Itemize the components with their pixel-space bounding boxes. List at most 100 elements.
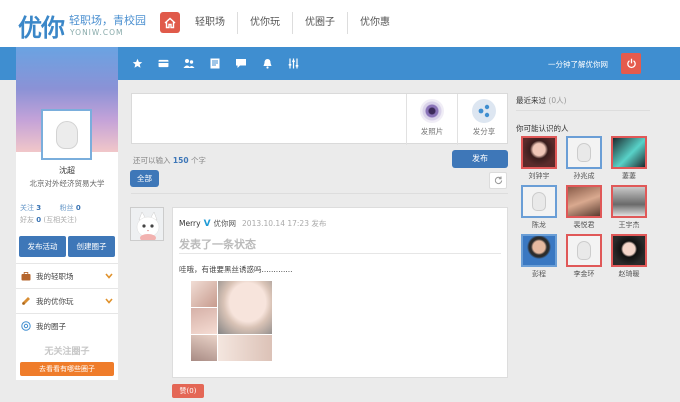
avatar-placeholder [577,143,591,162]
friends-label[interactable]: 好友 [20,216,34,224]
post-title: 发表了一条状态 [179,238,256,251]
person-name[interactable]: 赵琦暖 [611,269,647,279]
power-icon [626,58,636,69]
feed-divider [131,193,508,194]
fans-count[interactable]: 0 [76,204,81,212]
bell-icon[interactable] [261,57,273,69]
card-icon[interactable] [157,57,169,69]
document-icon[interactable] [209,57,221,69]
post-image-thumbnail[interactable] [191,335,217,361]
site-logo[interactable]: 优你 轻职场，青校园 YONIW.COM [18,8,148,42]
suggested-person[interactable]: 陈龙 [521,185,557,230]
recent-visitors-title: 最近来过 (0人) [516,95,567,106]
avatar-placeholder [55,120,78,149]
suggested-person[interactable]: 刘钟宇 [521,136,557,181]
person-name[interactable]: 裴悦君 [566,220,602,230]
post-image-thumbnail[interactable] [191,308,217,334]
person-name[interactable]: 李金环 [566,269,602,279]
logout-button[interactable] [621,53,641,74]
post-share-button[interactable]: 发分享 [462,99,506,137]
suggested-person[interactable]: 李金环 [566,234,602,279]
nav-item-career[interactable]: 轻职场 [183,12,237,34]
post-photo-button[interactable]: 发照片 [412,99,452,137]
user-school: 北京对外经济贸易大学 [29,179,105,188]
fans-label[interactable]: 粉丝 [60,204,74,212]
nav-item-play[interactable]: 优你玩 [237,12,292,34]
person-name[interactable]: 孙兆成 [566,171,602,181]
publish-button[interactable]: 发布 [452,150,508,168]
profile-panel: 沈超 北京对外经济贸易大学 关注 3 粉丝 0 好友 0 (互相关注) 发布活动… [16,47,118,380]
friends-count[interactable]: 0 [36,216,41,224]
char-hint-prefix: 还可以输入 [133,156,171,165]
suggested-person[interactable]: 裴悦君 [566,185,602,230]
person-avatar[interactable] [566,234,602,267]
status-composer[interactable]: 发照片 发分享 [131,93,508,145]
post-author-avatar[interactable] [130,207,164,241]
logo-slogan: 轻职场，青校园 [69,14,146,27]
person-avatar[interactable] [566,185,602,218]
camera-icon [420,99,444,123]
person-name[interactable]: 彭程 [521,269,557,279]
menu-item-my-play[interactable]: 我的优你玩 [16,288,118,313]
post-image-thumbnail[interactable] [218,335,272,361]
explore-circles-button[interactable]: 去看看有哪些圈子 [20,362,114,376]
suggested-person[interactable]: 王宇杰 [611,185,647,230]
filter-all-button[interactable]: 全部 [130,170,159,187]
suggested-person[interactable]: 赵琦暖 [611,234,647,279]
chevron-down-icon[interactable] [105,272,113,281]
person-avatar[interactable] [611,136,647,169]
share-icon [472,99,496,123]
menu-item-my-career[interactable]: 我的轻职场 [16,263,118,288]
divider [406,94,407,145]
at-sign-icon [21,321,31,331]
avatar[interactable] [41,109,92,160]
menu-item-label: 我的轻职场 [36,271,74,281]
refresh-button[interactable] [489,172,507,189]
follow-count[interactable]: 3 [36,204,41,212]
chevron-down-icon[interactable] [105,297,113,306]
post-source[interactable]: 优你网 [214,218,237,229]
create-circle-button[interactable]: 创建圈子 [68,236,115,257]
main-nav: 轻职场 优你玩 优圈子 优你惠 [183,12,402,34]
suggested-people-grid: 刘钟宇 孙兆成 萋萋 陈龙 裴悦君 王宇杰 彭程 李金环 赵琦暖 [521,136,647,279]
home-icon [164,17,176,28]
follow-label[interactable]: 关注 [20,204,34,212]
post-image-thumbnail[interactable] [218,281,272,334]
star-icon[interactable] [131,57,143,69]
about-link[interactable]: 一分钟了解优你网 [548,59,608,70]
post-divider [179,253,501,254]
refresh-icon [494,176,502,185]
divider [457,94,458,145]
avatar-placeholder [577,241,591,260]
person-name[interactable]: 陈龙 [521,220,557,230]
cat-avatar [131,208,163,240]
menu-item-my-circles[interactable]: 我的圈子 [16,313,118,338]
post-meta: Merry V 优你网 2013.10.14 17:23 发布 [179,218,326,229]
post-activity-button[interactable]: 发布活动 [19,236,66,257]
chat-icon[interactable] [235,57,247,69]
char-hint-suffix: 个字 [190,156,206,165]
post-time: 2013.10.14 17:23 发布 [242,219,327,228]
nav-item-deals[interactable]: 优你惠 [347,12,402,34]
suggested-person[interactable]: 孙兆成 [566,136,602,181]
people-icon[interactable] [183,57,195,69]
person-name[interactable]: 刘钟宇 [521,171,557,181]
sliders-icon[interactable] [287,57,299,69]
person-avatar[interactable] [611,234,647,267]
person-avatar[interactable] [521,234,557,267]
profile-actions: 发布活动 创建圈子 [19,236,115,257]
suggested-person[interactable]: 萋萋 [611,136,647,181]
suggested-person[interactable]: 彭程 [521,234,557,279]
user-name[interactable]: 沈超 [16,165,118,176]
person-avatar[interactable] [521,185,557,218]
person-name[interactable]: 萋萋 [611,171,647,181]
like-button[interactable]: 赞(0) [172,384,204,398]
post-author[interactable]: Merry [179,219,201,228]
nav-item-circles[interactable]: 优圈子 [292,12,347,34]
post-image-thumbnail[interactable] [191,281,217,307]
person-avatar[interactable] [611,185,647,218]
person-avatar[interactable] [521,136,557,169]
person-avatar[interactable] [566,136,602,169]
home-button[interactable] [160,12,180,33]
person-name[interactable]: 王宇杰 [611,220,647,230]
